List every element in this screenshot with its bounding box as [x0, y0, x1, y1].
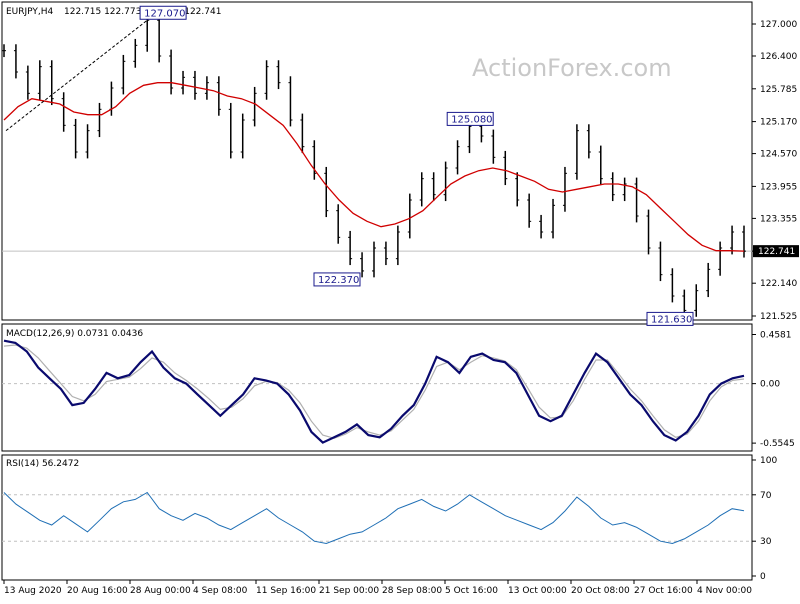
- time-axis-label: 4 Nov 00:00: [697, 586, 752, 596]
- time-axis-label: 20 Oct 08:00: [571, 586, 630, 596]
- current-price-label: 122.741: [758, 247, 795, 257]
- price-panel-frame: [1, 1, 753, 321]
- chart-canvas: ActionForex.com EURJPY,H4 122.715 122.77…: [1, 1, 799, 596]
- price-axis-tick-label: 127.000: [760, 20, 797, 30]
- time-axis-label: 13 Oct 00:00: [508, 586, 567, 596]
- macd-axis-tick-label: 0.00: [760, 380, 780, 390]
- price-axis-tick-label: 121.525: [760, 312, 797, 322]
- time-axis-label: 5 Oct 16:00: [445, 586, 498, 596]
- macd-series-layer: [3, 339, 745, 444]
- price-axis-tick-label: 123.355: [760, 214, 797, 224]
- price-callout-label: 125.080: [451, 114, 492, 125]
- axis-labels-layer: 127.000 126.400 125.785 125.170 124.570 123.9…: [3, 20, 799, 596]
- price-axis-tick-label: 125.785: [760, 85, 797, 95]
- chart-symbol-label: EURJPY,H4: [6, 7, 54, 17]
- chart-root: ActionForex.com EURJPY,H4 122.715 122.77…: [0, 0, 800, 600]
- price-axis-tick-label: 124.570: [760, 150, 797, 160]
- watermark-text: ActionForex.com: [472, 54, 672, 82]
- macd-axis-tick-label: 0.4581: [760, 330, 792, 340]
- rsi-line: [3, 491, 745, 545]
- time-axis-label: 21 Sep 00:00: [319, 586, 379, 596]
- time-axis-label: 13 Aug 2020: [4, 586, 62, 596]
- rsi-title: RSI(14) 56.2472: [6, 459, 79, 469]
- time-axis-label: 28 Aug 00:00: [130, 586, 191, 596]
- time-axis-label: 4 Sep 08:00: [193, 586, 248, 596]
- price-axis-tick-label: 125.170: [760, 118, 797, 128]
- price-axis-tick-label: 123.955: [760, 182, 797, 192]
- rsi-axis-tick-label: 30: [760, 537, 772, 547]
- price-callout-label: 122.370: [318, 275, 359, 286]
- price-callout-label: 127.070: [144, 8, 185, 19]
- rsi-axis-tick-label: 0: [760, 572, 766, 582]
- time-axis-label: 11 Sep 16:00: [256, 586, 316, 596]
- time-axis-label: 27 Oct 16:00: [634, 586, 693, 596]
- macd-title: MACD(12,26,9) 0.0731 0.0436: [6, 329, 143, 339]
- grid-layer: [2, 250, 752, 542]
- macd-panel-frame: [1, 323, 753, 452]
- time-axis-label: 28 Sep 08:00: [382, 586, 442, 596]
- rsi-axis-tick-label: 70: [760, 491, 772, 501]
- rsi-axis-tick-label: 100: [760, 456, 777, 466]
- price-axis-tick-label: 126.400: [760, 52, 797, 62]
- rsi-series-layer: [3, 491, 745, 545]
- macd-axis-tick-label: -0.5545: [760, 439, 795, 449]
- price-axis-tick-label: 122.140: [760, 279, 797, 289]
- time-axis-label: 20 Aug 16:00: [67, 586, 128, 596]
- macd-signal-line: [3, 344, 745, 439]
- moving-average-line: [3, 82, 745, 252]
- rsi-panel-frame: [1, 454, 753, 581]
- price-callout-label: 121.630: [651, 314, 692, 325]
